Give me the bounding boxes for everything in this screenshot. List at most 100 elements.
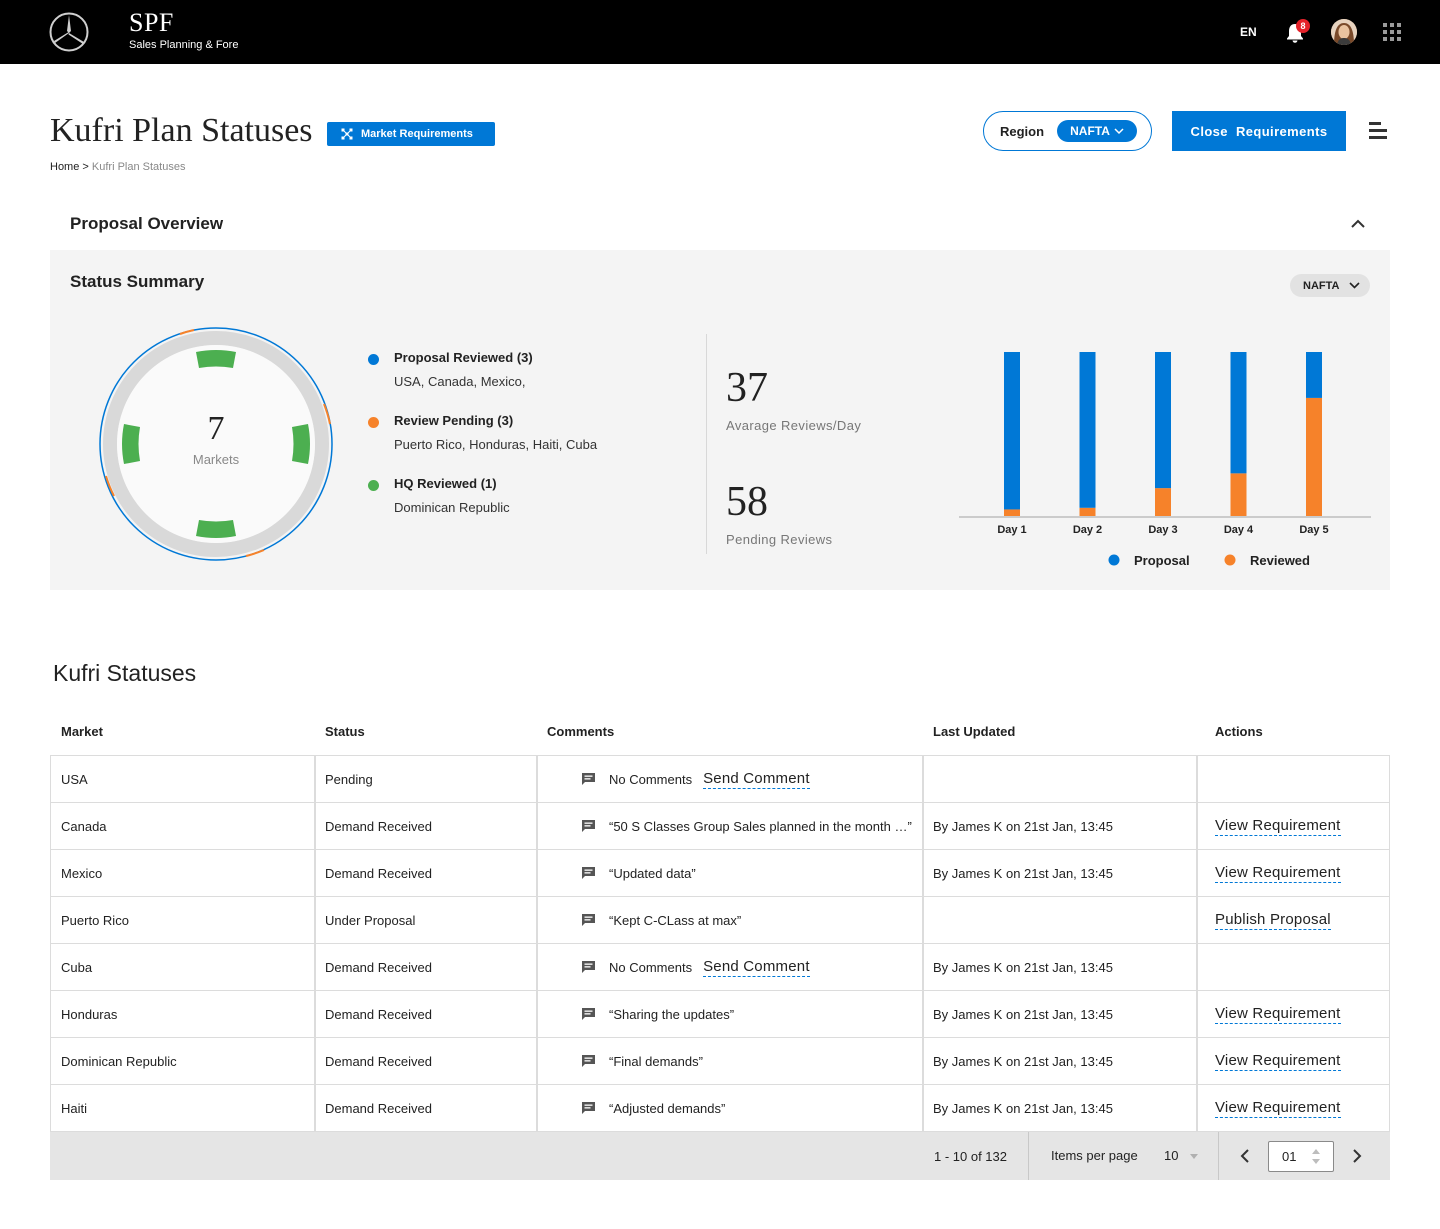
publish-proposal-link[interactable]: Publish Proposal [1215, 911, 1331, 930]
bar-proposal [1079, 352, 1096, 508]
legend-dot [368, 480, 379, 491]
column-divider [314, 1085, 316, 1131]
chevron-right-icon[interactable] [1350, 1148, 1364, 1164]
legend-dot [368, 354, 379, 365]
mercedes-star-logo[interactable] [49, 12, 89, 52]
column-divider [922, 944, 924, 990]
items-per-page-select[interactable]: 10 [1164, 1148, 1178, 1163]
page-number-input[interactable]: 01 [1268, 1141, 1334, 1172]
comment-icon [582, 820, 595, 832]
comment-cell: “Updated data” [581, 850, 696, 896]
apps-grid-icon[interactable] [1383, 23, 1401, 41]
last-updated-cell: By James K on 21st Jan, 13:45 [933, 1053, 1113, 1069]
comment-icon [582, 1008, 595, 1020]
bar-proposal [1155, 352, 1171, 489]
region-value: NAFTA [1070, 124, 1110, 138]
statuses-title: Kufri Statuses [53, 660, 197, 686]
chevron-down-icon [1114, 127, 1124, 134]
actions-cell: View Requirement [1215, 1085, 1341, 1131]
summary-region-dropdown[interactable]: NAFTA [1290, 274, 1370, 297]
column-divider [536, 1085, 538, 1131]
market-requirements-button[interactable]: Market Requirements [327, 122, 495, 146]
column-divider [922, 991, 924, 1037]
status-cell: Pending [325, 771, 373, 787]
bar-reviewed [1079, 507, 1096, 516]
top-bar: SPF Sales Planning & Fore EN 8 [0, 0, 1440, 64]
column-header-actions[interactable]: Actions [1215, 724, 1263, 739]
actions-cell: View Requirement [1215, 850, 1341, 896]
column-header-last-updated[interactable]: Last Updated [933, 724, 1015, 739]
status-summary-title: Status Summary [70, 272, 205, 291]
table-row: Mexico Demand Received “Updated data” By Ja… [50, 850, 1390, 897]
comment-icon [582, 867, 595, 879]
comment-cell: “Adjusted demands” [581, 1085, 725, 1131]
send-comment-link[interactable]: Send Comment [703, 958, 810, 977]
table-body: USA Pending No Comments Send Comment Canada D… [50, 755, 1390, 1132]
table-row: Canada Demand Received “50 S Classes Group… [50, 803, 1390, 850]
column-divider [1196, 991, 1198, 1037]
column-divider [1196, 756, 1198, 802]
column-divider [314, 756, 316, 802]
comment-text: “Kept C-CLass at max” [609, 912, 742, 928]
view-requirement-link[interactable]: View Requirement [1215, 817, 1341, 836]
breadcrumb-home[interactable]: Home [50, 161, 79, 173]
avatar[interactable] [1331, 19, 1357, 45]
column-divider [536, 850, 538, 896]
column-divider [314, 944, 316, 990]
close-requirements-button[interactable]: Close Requirements [1172, 111, 1346, 151]
language-selector[interactable]: EN [1240, 25, 1257, 39]
chevron-down-icon [1349, 282, 1361, 289]
market-cell: Puerto Rico [61, 912, 129, 928]
market-cell: Honduras [61, 1006, 118, 1022]
last-updated-cell: By James K on 21st Jan, 13:45 [933, 1006, 1113, 1022]
last-updated-cell: By James K on 21st Jan, 13:45 [933, 865, 1113, 881]
chevron-left-icon[interactable] [1238, 1148, 1252, 1164]
column-divider [536, 897, 538, 943]
actions-cell: View Requirement [1215, 803, 1341, 849]
legend-label: Reviewed [1250, 553, 1310, 568]
markets-count: 7 [207, 410, 225, 447]
column-divider [314, 991, 316, 1037]
pending-reviews-label: Pending Reviews [726, 532, 833, 547]
daily-reviews-bar-chart: Day 1 Day 2 Day 3 Day 4 Day 5 Proposal Reviewe… [959, 352, 1371, 568]
view-requirement-link[interactable]: View Requirement [1215, 1052, 1341, 1071]
column-header-comments[interactable]: Comments [547, 724, 614, 739]
pending-reviews-value: 58 [726, 479, 768, 525]
column-divider [536, 1038, 538, 1084]
actions-cell: View Requirement [1215, 991, 1341, 1037]
view-requirement-link[interactable]: View Requirement [1215, 1099, 1341, 1118]
column-divider [922, 897, 924, 943]
legend-dot [1224, 554, 1236, 566]
column-header-status[interactable]: Status [325, 724, 365, 739]
status-cell: Demand Received [325, 1100, 432, 1116]
hq-segment [122, 424, 140, 464]
status-cell: Demand Received [325, 865, 432, 881]
x-tick-label: Day 4 [1224, 524, 1254, 536]
column-header-market[interactable]: Market [61, 724, 103, 739]
caret-down-icon[interactable] [1190, 1154, 1198, 1159]
bar-reviewed [1306, 397, 1322, 516]
legend-title: Review Pending (3) [394, 413, 514, 428]
x-tick-label: Day 2 [1073, 524, 1102, 536]
view-requirement-link[interactable]: View Requirement [1215, 1005, 1341, 1024]
region-dropdown[interactable]: NAFTA [1057, 120, 1137, 142]
hq-segment [292, 424, 310, 464]
comment-text: No Comments [609, 771, 693, 787]
column-divider [922, 1085, 924, 1131]
view-requirement-link[interactable]: View Requirement [1215, 864, 1341, 883]
column-divider [1196, 1038, 1198, 1084]
chevron-up-icon[interactable] [1350, 218, 1366, 230]
status-cell: Under Proposal [325, 912, 416, 928]
actions-cell: Publish Proposal [1215, 897, 1331, 943]
pagination-range: 1 - 10 of 132 [934, 1149, 1007, 1164]
menu-icon[interactable] [1369, 122, 1387, 140]
last-updated-cell: By James K on 21st Jan, 13:45 [933, 1100, 1113, 1116]
notification-badge: 8 [1296, 19, 1310, 33]
page-stepper-icon[interactable] [1312, 1148, 1320, 1165]
column-divider [1196, 803, 1198, 849]
comment-icon [582, 1102, 595, 1114]
send-comment-link[interactable]: Send Comment [703, 770, 810, 789]
comment-icon [582, 1055, 595, 1067]
comment-text: “Adjusted demands” [609, 1100, 726, 1116]
comment-text: “Updated data” [609, 865, 696, 881]
